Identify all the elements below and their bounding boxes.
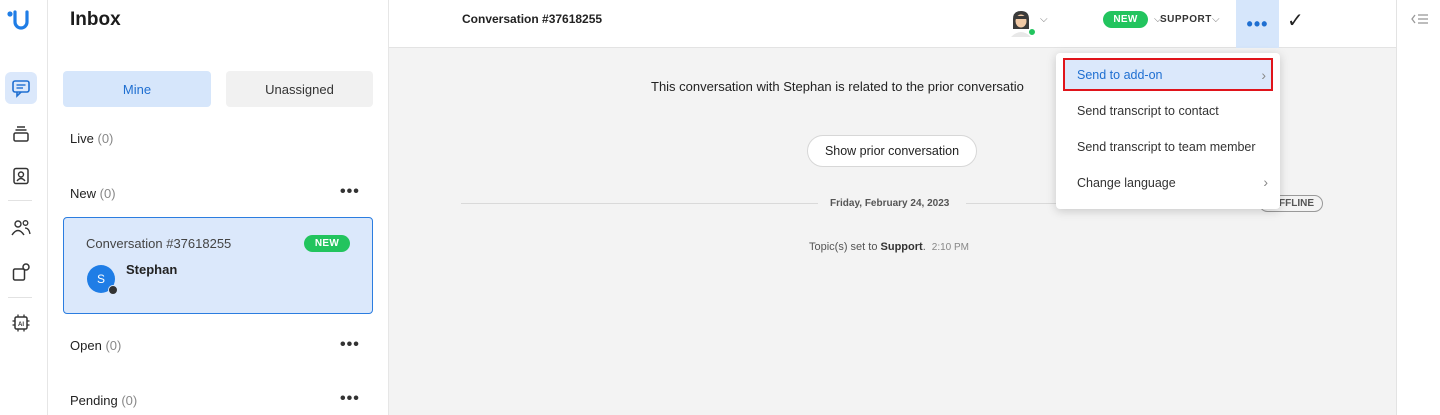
conversation-card[interactable]: Conversation #37618255 NEW S Stephan bbox=[63, 217, 373, 314]
section-live-count: (0) bbox=[97, 131, 114, 146]
menu-item-change-language[interactable]: Change language › bbox=[1056, 165, 1280, 201]
menu-item-label: Change language bbox=[1077, 176, 1176, 190]
topic-suffix: . bbox=[922, 241, 926, 253]
avatar: S bbox=[87, 265, 118, 295]
section-open[interactable]: Open (0) bbox=[70, 338, 121, 353]
related-conversation-text: This conversation with Stephan is relate… bbox=[651, 79, 1024, 94]
rail-divider bbox=[8, 297, 32, 298]
expand-sidebar-icon[interactable] bbox=[1411, 12, 1429, 29]
menu-item-label: Send to add-on bbox=[1077, 67, 1163, 82]
chevron-down-icon[interactable]: ⌵ bbox=[1212, 14, 1220, 25]
date-label: Friday, February 24, 2023 bbox=[830, 198, 950, 209]
section-pending-label: Pending bbox=[70, 393, 118, 408]
topic-value: Support bbox=[880, 241, 923, 253]
section-new[interactable]: New (0) bbox=[70, 186, 116, 201]
status-dropdown[interactable]: NEW bbox=[1103, 11, 1148, 28]
app-root: AI Inbox Mine Unassigned Live (0) New (0… bbox=[0, 0, 1440, 415]
inbox-panel: Inbox Mine Unassigned Live (0) New (0) •… bbox=[48, 0, 389, 415]
details-sidebar-collapsed bbox=[1396, 0, 1440, 415]
message-timestamp: 2:10 PM bbox=[931, 242, 970, 253]
menu-item-label: Send transcript to team member bbox=[1077, 140, 1256, 154]
conversations-icon[interactable] bbox=[5, 72, 37, 104]
date-divider bbox=[461, 203, 818, 204]
rail-divider bbox=[8, 200, 32, 201]
section-pending-more-button[interactable]: ••• bbox=[340, 390, 360, 408]
tab-unassigned[interactable]: Unassigned bbox=[226, 71, 373, 107]
topic-prefix: Topic(s) set to bbox=[809, 241, 881, 253]
section-pending-count: (0) bbox=[121, 393, 138, 408]
contacts-icon[interactable] bbox=[5, 160, 37, 192]
inbox-stack-icon[interactable] bbox=[5, 117, 37, 149]
avatar-initial: S bbox=[96, 272, 105, 286]
topic-dropdown[interactable]: SUPPORT bbox=[1160, 14, 1212, 25]
menu-item-label: Send transcript to contact bbox=[1077, 104, 1219, 118]
online-status-dot bbox=[1028, 28, 1036, 36]
chevron-right-icon: › bbox=[1261, 67, 1266, 83]
section-pending[interactable]: Pending (0) bbox=[70, 393, 137, 408]
tab-mine[interactable]: Mine bbox=[63, 71, 211, 107]
more-options-menu: Send to add-on › Send transcript to cont… bbox=[1056, 53, 1280, 209]
section-live[interactable]: Live (0) bbox=[70, 131, 113, 146]
contact-name: Stephan bbox=[126, 262, 178, 277]
section-open-more-button[interactable]: ••• bbox=[340, 336, 360, 354]
offline-status-dot bbox=[108, 285, 118, 295]
nav-rail: AI bbox=[0, 0, 48, 415]
conversation-header: Conversation #37618255 ⌵ NEW ⌵ SUPPORT ⌵… bbox=[389, 0, 1396, 48]
section-new-count: (0) bbox=[99, 186, 116, 201]
menu-item-send-to-add-on[interactable]: Send to add-on › bbox=[1063, 58, 1273, 91]
menu-item-send-transcript-to-contact[interactable]: Send transcript to contact bbox=[1056, 93, 1280, 129]
section-open-label: Open bbox=[70, 338, 102, 353]
assignee-avatar-icon[interactable] bbox=[1009, 9, 1036, 37]
ai-chip-icon[interactable]: AI bbox=[5, 307, 37, 339]
conversation-card-title: Conversation #37618255 bbox=[86, 236, 232, 251]
more-options-button[interactable]: ••• bbox=[1236, 0, 1279, 48]
chevron-right-icon: › bbox=[1263, 174, 1268, 190]
resolve-checkmark-icon[interactable]: ✓ bbox=[1287, 8, 1304, 33]
team-icon[interactable] bbox=[5, 212, 37, 244]
addons-icon[interactable] bbox=[5, 256, 37, 288]
app-logo-icon[interactable] bbox=[6, 8, 34, 34]
status-badge: NEW bbox=[304, 235, 350, 252]
inbox-title: Inbox bbox=[70, 9, 121, 30]
section-new-more-button[interactable]: ••• bbox=[340, 183, 360, 201]
svg-text:AI: AI bbox=[18, 322, 24, 328]
topic-event-message: Topic(s) set to Support. 2:10 PM bbox=[809, 241, 969, 253]
section-open-count: (0) bbox=[105, 338, 122, 353]
chevron-down-icon[interactable]: ⌵ bbox=[1040, 14, 1048, 25]
menu-item-send-transcript-to-team-member[interactable]: Send transcript to team member bbox=[1056, 129, 1280, 165]
show-prior-conversation-button[interactable]: Show prior conversation bbox=[807, 135, 977, 167]
conversation-title: Conversation #37618255 bbox=[462, 12, 603, 26]
section-live-label: Live bbox=[70, 131, 94, 146]
section-new-label: New bbox=[70, 186, 97, 201]
